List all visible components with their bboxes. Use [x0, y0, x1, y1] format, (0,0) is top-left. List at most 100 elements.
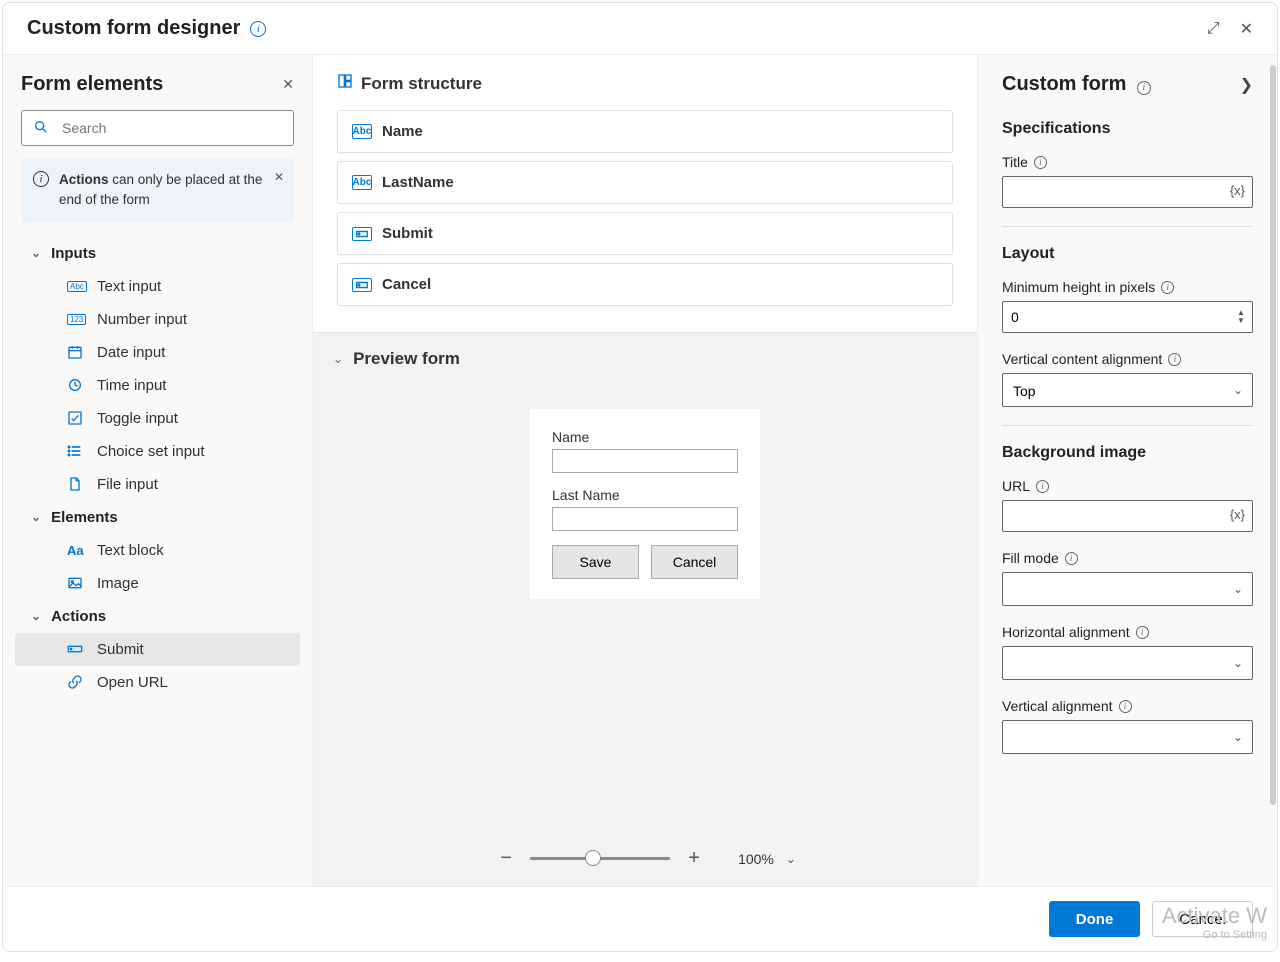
zoom-thumb[interactable]	[585, 850, 601, 866]
file-icon	[67, 476, 87, 492]
preview-header[interactable]: ⌄ Preview form	[313, 333, 977, 385]
structure-item-name[interactable]: AbcName	[337, 110, 953, 153]
chevron-down-icon: ⌄	[31, 609, 41, 623]
structure-item-submit[interactable]: Submit	[337, 212, 953, 255]
notice-close-icon[interactable]: ✕	[274, 168, 284, 186]
search-box	[21, 110, 294, 146]
section-background-image: Background image	[1002, 444, 1253, 462]
item-toggle-input[interactable]: Toggle input	[15, 402, 300, 435]
properties-info-icon[interactable]: i	[1137, 81, 1151, 95]
label-horizontal-alignment: Horizontal alignmenti	[1002, 624, 1253, 640]
zoom-in-icon[interactable]: +	[682, 847, 706, 870]
info-icon[interactable]: i	[1036, 480, 1049, 493]
preview-save-button[interactable]: Save	[552, 545, 639, 579]
structure-header: Form structure	[337, 73, 953, 94]
group-inputs-header[interactable]: ⌄Inputs	[15, 237, 300, 270]
dialog-body: Form elements ✕ i Actions can only be pl…	[3, 55, 1277, 886]
preview-label-name: Name	[552, 429, 738, 445]
chevron-down-icon: ⌄	[31, 246, 41, 260]
structure-icon	[337, 73, 353, 94]
select-vertical-alignment-bg[interactable]	[1002, 720, 1253, 754]
search-input[interactable]	[21, 110, 294, 146]
info-icon[interactable]: i	[1136, 626, 1149, 639]
variable-picker-icon[interactable]: {x}	[1230, 183, 1245, 198]
list-icon	[67, 443, 87, 459]
preview-title: Preview form	[353, 349, 460, 369]
structure-item-cancel[interactable]: Cancel	[337, 263, 953, 306]
properties-panel: Custom form i ❯ Specifications Titlei {x…	[977, 55, 1277, 886]
info-icon[interactable]: i	[1034, 156, 1047, 169]
chevron-down-icon: ⌄	[333, 352, 343, 366]
preview-cancel-button[interactable]: Cancel	[651, 545, 738, 579]
submit-icon	[67, 641, 87, 657]
notice-text: Actions can only be placed at the end of…	[59, 170, 282, 211]
info-icon[interactable]: i	[1161, 281, 1174, 294]
info-icon[interactable]: i	[1168, 353, 1181, 366]
input-min-height[interactable]	[1002, 301, 1253, 333]
item-time-input[interactable]: Time input	[15, 369, 300, 402]
close-icon[interactable]: ✕	[1240, 19, 1253, 39]
title-info-icon[interactable]: i	[250, 21, 266, 37]
input-url[interactable]	[1002, 500, 1253, 532]
group-elements-header[interactable]: ⌄Elements	[15, 501, 300, 534]
select-vertical-alignment[interactable]: Top	[1002, 373, 1253, 407]
preview-area: ⌄ Preview form Name Last Name Save Cance…	[313, 332, 977, 886]
image-icon	[67, 575, 87, 591]
zoom-chevron-icon[interactable]: ⌄	[786, 852, 796, 866]
item-text-block[interactable]: AaText block	[15, 534, 300, 567]
item-file-input[interactable]: File input	[15, 468, 300, 501]
structure-item-lastname[interactable]: AbcLastName	[337, 161, 953, 204]
dialog-footer: Done Cancel Activate W Go to Setting	[3, 886, 1277, 951]
left-panel-title: Form elements	[21, 73, 163, 96]
variable-picker-icon[interactable]: {x}	[1230, 507, 1245, 522]
zoom-out-icon[interactable]: −	[494, 847, 518, 870]
item-open-url[interactable]: Open URL	[15, 666, 300, 699]
button-icon	[352, 278, 372, 292]
text-icon: Aa	[67, 543, 87, 558]
cancel-button[interactable]: Cancel	[1152, 901, 1253, 937]
preview-input-lastname[interactable]	[552, 507, 738, 531]
button-icon	[352, 227, 372, 241]
label-min-height: Minimum height in pixelsi	[1002, 279, 1253, 295]
item-text-input[interactable]: AbcText input	[15, 270, 300, 303]
info-icon[interactable]: i	[1065, 552, 1078, 565]
zoom-slider[interactable]	[530, 857, 670, 860]
element-tree: ⌄Inputs AbcText input 123Number input Da…	[15, 237, 300, 869]
select-horizontal-alignment[interactable]	[1002, 646, 1253, 680]
item-submit[interactable]: Submit	[15, 633, 300, 666]
label-vertical-alignment: Vertical content alignmenti	[1002, 351, 1253, 367]
left-panel-header: Form elements ✕	[15, 73, 300, 96]
item-number-input[interactable]: 123Number input	[15, 303, 300, 336]
left-panel-close-icon[interactable]: ✕	[282, 76, 294, 93]
info-icon[interactable]: i	[1119, 700, 1132, 713]
search-icon	[33, 119, 49, 140]
calendar-icon	[67, 344, 87, 360]
spin-buttons[interactable]: ▲▼	[1231, 301, 1251, 333]
form-structure-section: Form structure AbcName AbcLastName Submi…	[313, 55, 977, 332]
zoom-value: 100%	[738, 851, 774, 867]
center-panel: Form structure AbcName AbcLastName Submi…	[313, 55, 977, 886]
properties-title: Custom form	[1002, 73, 1126, 95]
section-specifications: Specifications	[1002, 120, 1253, 138]
right-scrollbar[interactable]	[1270, 65, 1276, 805]
preview-body: Name Last Name Save Cancel	[313, 385, 977, 839]
group-actions-header[interactable]: ⌄Actions	[15, 600, 300, 633]
number-input-icon: 123	[67, 314, 87, 325]
properties-chevron-icon[interactable]: ❯	[1240, 75, 1253, 95]
item-date-input[interactable]: Date input	[15, 336, 300, 369]
notice-banner: i Actions can only be placed at the end …	[21, 158, 294, 223]
item-choice-set-input[interactable]: Choice set input	[15, 435, 300, 468]
checkbox-icon	[67, 410, 87, 426]
label-fill-mode: Fill modei	[1002, 550, 1253, 566]
properties-header: Custom form i ❯	[1002, 73, 1253, 96]
clock-icon	[67, 377, 87, 393]
link-icon	[67, 674, 87, 690]
select-fill-mode[interactable]	[1002, 572, 1253, 606]
section-layout: Layout	[1002, 245, 1253, 263]
preview-input-name[interactable]	[552, 449, 738, 473]
input-title[interactable]	[1002, 176, 1253, 208]
maximize-icon[interactable]: ⤢	[1207, 20, 1220, 38]
item-image[interactable]: Image	[15, 567, 300, 600]
dialog-window: Custom form designer i ⤢ ✕ Form elements…	[2, 2, 1278, 952]
done-button[interactable]: Done	[1049, 901, 1141, 937]
